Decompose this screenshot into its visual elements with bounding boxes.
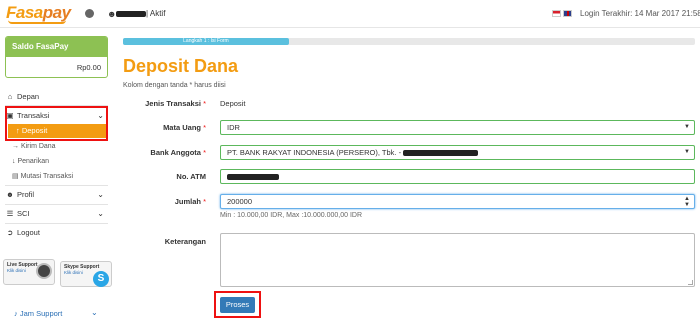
last-login-text: Login Terakhir: 14 Mar 2017 21:58 xyxy=(580,9,700,18)
required-mark: * xyxy=(203,123,206,132)
label-text: Jumlah xyxy=(174,197,201,206)
chevron-down-icon: ⌄ xyxy=(97,209,104,218)
sidebar-item-profil[interactable]: ☻ Profil ⌄ xyxy=(5,188,108,202)
jam-support[interactable]: ♪ Jam Support xyxy=(14,309,62,318)
no-atm-field[interactable] xyxy=(220,169,695,184)
highlight-box-proses xyxy=(214,291,261,318)
arrow-right-icon: → xyxy=(12,143,19,150)
jumlah-field[interactable]: 200000 ▲ ▼ xyxy=(220,194,695,209)
caret-down-icon: ▼ xyxy=(684,124,690,130)
chevron-down-icon: ⌄ xyxy=(97,190,104,199)
headset-icon xyxy=(36,263,52,279)
divider xyxy=(5,204,108,205)
sidebar-item-label: Mutasi Transaksi xyxy=(20,173,74,180)
highlight-box-transaksi xyxy=(5,106,108,141)
label-text: Bank Anggota xyxy=(150,148,201,157)
mata-uang-label: Mata Uang * xyxy=(116,123,206,132)
jumlah-hint: Min : 10.000,00 IDR, Max :10.000.000,00 … xyxy=(220,212,363,219)
no-atm-label: No. ATM xyxy=(116,172,206,181)
step-progress-bar: Langkah 1 : Isi Form xyxy=(123,38,695,45)
caret-down-icon: ▼ xyxy=(684,149,690,155)
redacted-atm-number xyxy=(227,174,279,181)
top-bar: Fasapay ☻ | Aktif Login Terakhir: 14 Mar… xyxy=(0,0,700,28)
language-flags xyxy=(552,10,572,19)
user-status-text: | Aktif xyxy=(146,9,166,18)
keterangan-textarea[interactable] xyxy=(220,233,695,287)
globe-icon[interactable] xyxy=(85,9,94,18)
bell-icon: ♪ xyxy=(14,309,18,318)
required-mark: * xyxy=(203,148,206,157)
arrow-down-icon: ↓ xyxy=(12,158,16,165)
sidebar-item-mutasi-transaksi[interactable]: ▤ Mutasi Transaksi xyxy=(12,170,108,183)
logout-icon: ➲ xyxy=(6,228,14,237)
divider xyxy=(5,223,108,224)
flag-indonesia-icon[interactable] xyxy=(552,10,561,17)
sidebar: Saldo FasaPay Rp0.00 ⌂ Depan ▣ Transaksi ⌄… xyxy=(0,28,116,320)
required-mark: * xyxy=(203,99,206,108)
sidebar-item-label: Profil xyxy=(17,190,35,199)
logo-swoosh xyxy=(8,20,66,24)
sidebar-item-kirim-dana[interactable]: → Kirim Dana xyxy=(12,140,108,153)
page-title: Deposit Dana xyxy=(123,56,239,76)
cart-icon: ☰ xyxy=(6,209,14,218)
saldo-value: Rp0.00 xyxy=(76,63,101,72)
step-progress-fill: Langkah 1 : Isi Form xyxy=(123,38,289,45)
sidebar-item-depan[interactable]: ⌂ Depan xyxy=(5,90,108,104)
sidebar-item-label: Penarikan xyxy=(17,158,49,165)
label-text: Mata Uang xyxy=(163,123,201,132)
sidebar-item-label: Kirim Dana xyxy=(20,143,56,150)
bank-anggota-label: Bank Anggota * xyxy=(116,148,206,157)
skype-icon: S xyxy=(93,271,109,287)
sidebar-item-sci[interactable]: ☰ SCI ⌄ xyxy=(5,207,108,221)
live-support-card[interactable]: Live Support Klik disini xyxy=(3,259,55,285)
keterangan-label: Keterangan xyxy=(116,237,206,246)
input-value: 200000 xyxy=(227,197,253,206)
required-mark: * xyxy=(203,197,206,206)
select-value: IDR xyxy=(227,123,240,132)
select-value: PT. BANK RAKYAT INDONESIA (PERSERO), Tbk… xyxy=(227,148,402,157)
label-text: Keterangan xyxy=(164,237,206,246)
divider xyxy=(5,185,108,186)
chevron-down-icon[interactable]: ⌄ xyxy=(91,308,98,317)
sidebar-item-label: Logout xyxy=(17,228,40,237)
user-status[interactable]: | Aktif xyxy=(116,9,165,18)
jumlah-label: Jumlah * xyxy=(116,197,206,206)
sidebar-item-penarikan[interactable]: ↓ Penarikan xyxy=(12,155,108,168)
saldo-title: Saldo FasaPay xyxy=(6,37,107,57)
flag-uk-icon[interactable] xyxy=(563,10,572,17)
redacted-account xyxy=(403,150,479,157)
sidebar-item-label: Depan xyxy=(17,92,40,101)
user-icon: ☻ xyxy=(6,190,14,199)
number-spinner-icon[interactable]: ▲ ▼ xyxy=(684,195,690,208)
required-note: Kolom dengan tanda * harus diisi xyxy=(123,82,226,89)
redacted-username xyxy=(116,10,146,17)
bank-anggota-select[interactable]: PT. BANK RAKYAT INDONESIA (PERSERO), Tbk… xyxy=(220,145,695,160)
main-content: Langkah 1 : Isi Form Deposit Dana Kolom … xyxy=(116,28,700,320)
fasapay-logo[interactable]: Fasapay xyxy=(6,3,71,25)
sidebar-item-label: SCI xyxy=(17,209,30,218)
resize-grip-icon[interactable] xyxy=(688,280,693,285)
skype-support-card[interactable]: Skype Support Klik disini S xyxy=(60,261,112,287)
sidebar-item-logout[interactable]: ➲ Logout xyxy=(5,226,108,240)
list-icon: ▤ xyxy=(12,173,19,180)
label-text: Jenis Transaksi xyxy=(145,99,201,108)
label-text: No. ATM xyxy=(176,172,206,181)
jenis-transaksi-value: Deposit xyxy=(220,99,246,108)
jam-support-label: Jam Support xyxy=(19,309,63,318)
home-icon: ⌂ xyxy=(7,92,13,101)
mata-uang-select[interactable]: IDR ▼ xyxy=(220,120,695,135)
jenis-transaksi-label: Jenis Transaksi * xyxy=(116,99,206,108)
saldo-box: Saldo FasaPay Rp0.00 xyxy=(5,36,108,78)
